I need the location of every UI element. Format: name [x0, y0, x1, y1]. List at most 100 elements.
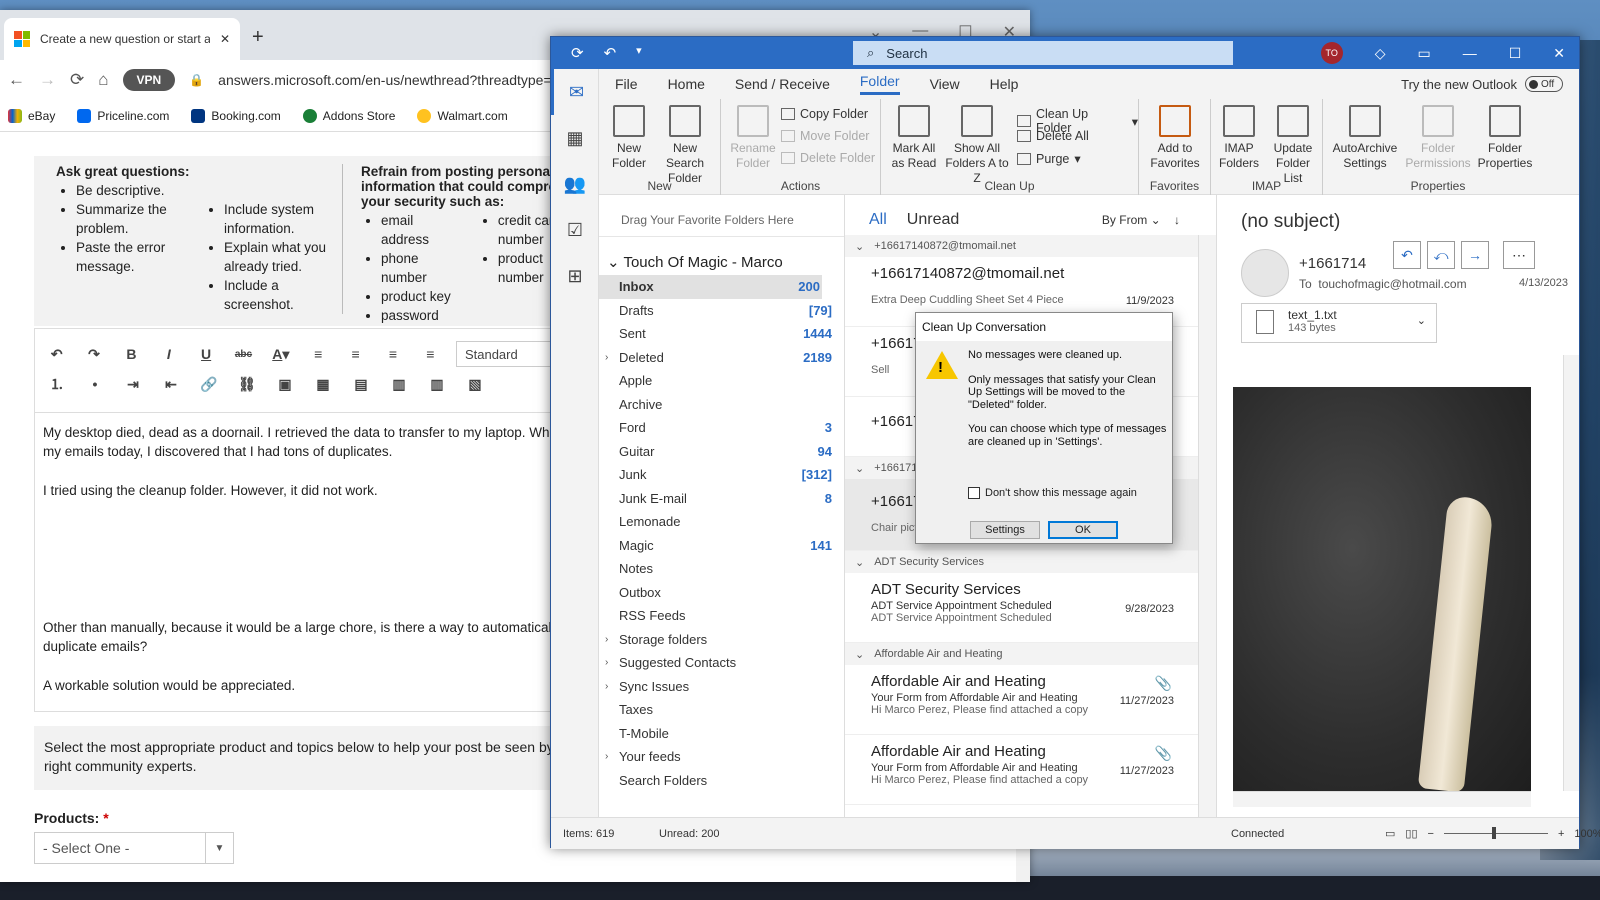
new-outlook-toggle[interactable]: Off [1525, 76, 1563, 92]
tab-unread[interactable]: Unread [907, 211, 959, 229]
folder-item[interactable]: Taxes [599, 698, 844, 722]
sort-by-button[interactable]: By From ⌄ ↓ [1102, 213, 1180, 227]
folder-item[interactable]: Ford 3 [599, 416, 844, 440]
list-item[interactable]: Affordable Air and Heating Your Form from… [845, 665, 1198, 735]
rename-folder-button[interactable]: Rename Folder [727, 105, 779, 171]
new-search-folder-button[interactable]: New Search Folder [653, 105, 717, 186]
align-right-icon[interactable]: ≡ [381, 342, 404, 366]
forward-icon[interactable]: → [1461, 241, 1489, 269]
avatar[interactable]: TO [1320, 42, 1343, 64]
reply-icon[interactable]: ↶ [1393, 241, 1421, 269]
close-icon[interactable]: ✕ [1553, 45, 1565, 62]
people-icon[interactable]: 👥 [551, 161, 599, 207]
numbered-list-icon[interactable]: ⒈ [45, 372, 69, 396]
settings-button[interactable]: Settings [970, 521, 1040, 539]
home-icon[interactable]: ⌂ [98, 70, 108, 90]
font-color-icon[interactable]: A ▾ [269, 342, 292, 366]
folder-item[interactable]: T-Mobile [599, 722, 844, 746]
chevron-right-icon[interactable]: › [605, 634, 608, 645]
chevron-down-icon[interactable]: ⌄ [1417, 314, 1426, 327]
browser-tab[interactable]: Create a new question or start a ✕ [4, 18, 240, 60]
tab-help[interactable]: Help [990, 76, 1019, 92]
conversation-group-header[interactable]: ⌄ ADT Security Services [845, 551, 1198, 573]
folder-properties-button[interactable]: Folder Properties [1475, 105, 1535, 171]
send-receive-icon[interactable]: ⟳ [571, 44, 584, 62]
search-box[interactable]: ⌕ Search [853, 41, 1233, 65]
update-folder-list-button[interactable]: Update Folder List [1265, 105, 1321, 186]
folder-item[interactable]: Magic 141 [599, 534, 844, 558]
folder-item[interactable]: Notes [599, 557, 844, 581]
undo-icon[interactable]: ↶ [45, 342, 68, 366]
justify-icon[interactable]: ≡ [419, 342, 442, 366]
italic-icon[interactable]: I [157, 342, 180, 366]
reply-all-icon[interactable]: ⤺ [1427, 241, 1455, 269]
bookmark-ebay[interactable]: eBay [8, 108, 55, 123]
mail-icon[interactable]: ✉ [551, 69, 599, 115]
tab-file[interactable]: File [615, 76, 638, 92]
list-item[interactable]: ADT Security Services ADT Service Appoint… [845, 573, 1198, 643]
customize-quick-access-icon[interactable]: ▾ [636, 44, 642, 62]
indent-icon[interactable]: ⇥ [121, 372, 145, 396]
forward-icon[interactable]: → [39, 70, 56, 90]
chevron-right-icon[interactable]: › [605, 681, 608, 692]
attachment[interactable]: text_1.txt 143 bytes ⌄ [1241, 303, 1437, 343]
delete-folder-button[interactable]: Delete Folder [781, 151, 875, 165]
normal-view-icon[interactable]: ▭ [1385, 827, 1395, 840]
products-select[interactable]: - Select One - ▼ [34, 832, 234, 864]
bookmark-booking[interactable]: Booking.com [191, 108, 281, 123]
reload-icon[interactable]: ⟳ [70, 70, 84, 90]
tab-all[interactable]: All [869, 211, 887, 229]
zoom-in-icon[interactable]: + [1558, 828, 1564, 840]
add-to-favorites-button[interactable]: Add to Favorites [1145, 105, 1205, 171]
image-icon[interactable]: ▣ [273, 372, 297, 396]
list-item[interactable]: Affordable Air and Heating Your Form from… [845, 735, 1198, 805]
folder-item[interactable]: › Deleted 2189 [599, 346, 844, 370]
minimize-icon[interactable]: — [1463, 45, 1477, 61]
new-tab-icon[interactable]: + [252, 26, 264, 49]
underline-icon[interactable]: U [194, 342, 217, 366]
undo-icon[interactable]: ↶ [604, 44, 617, 62]
calendar-icon[interactable]: ▦ [551, 115, 599, 161]
purge-button[interactable]: Purge ▾ [1017, 151, 1081, 166]
chevron-right-icon[interactable]: › [605, 352, 608, 363]
show-all-folders-az-button[interactable]: Show All Folders A to Z [941, 105, 1013, 186]
link-icon[interactable]: 🔗 [197, 372, 221, 396]
folder-item[interactable]: Drafts [79] [599, 299, 844, 323]
align-left-icon[interactable]: ≡ [307, 342, 330, 366]
outdent-icon[interactable]: ⇤ [159, 372, 183, 396]
mark-all-read-button[interactable]: Mark All as Read [887, 105, 941, 171]
unlink-icon[interactable]: ⛓ [235, 372, 259, 396]
folder-item[interactable]: Sent 1444 [599, 322, 844, 346]
folder-item[interactable]: RSS Feeds [599, 604, 844, 628]
move-folder-button[interactable]: Move Folder [781, 129, 869, 143]
bold-icon[interactable]: B [120, 342, 143, 366]
align-center-icon[interactable]: ≡ [344, 342, 367, 366]
ribbon-display-icon[interactable]: ▭ [1417, 45, 1430, 62]
table-row-icon[interactable]: ▤ [349, 372, 373, 396]
folder-item[interactable]: Inbox 200 [599, 275, 822, 299]
tasks-icon[interactable]: ☑ [551, 207, 599, 253]
bookmark-priceline[interactable]: Priceline.com [77, 108, 169, 123]
zoom-out-icon[interactable]: − [1428, 828, 1434, 840]
apps-icon[interactable]: ⊞ [551, 253, 599, 299]
folder-item[interactable]: › Sync Issues [599, 675, 844, 699]
more-actions-icon[interactable]: ⋯ [1503, 241, 1535, 269]
folder-item[interactable]: › Storage folders [599, 628, 844, 652]
folder-item[interactable]: › Suggested Contacts [599, 651, 844, 675]
folder-item[interactable]: Junk [312] [599, 463, 844, 487]
zoom-slider[interactable] [1443, 827, 1548, 839]
folder-item[interactable]: Outbox [599, 581, 844, 605]
reading-scrollbar-vertical[interactable] [1563, 355, 1579, 791]
vpn-badge[interactable]: VPN [122, 69, 176, 91]
tab-view[interactable]: View [930, 76, 960, 92]
autoarchive-settings-button[interactable]: AutoArchive Settings [1329, 105, 1401, 171]
conversation-group-header[interactable]: ⌄ Affordable Air and Heating [845, 643, 1198, 665]
account-header[interactable]: ⌄ Touch Of Magic - Marco [599, 237, 844, 275]
folder-item[interactable]: › Your feeds [599, 745, 844, 769]
table-merge-icon[interactable]: ▧ [463, 372, 487, 396]
maximize-icon[interactable]: ☐ [1509, 45, 1522, 62]
message-list-scrollbar[interactable] [1198, 235, 1216, 817]
table-icon[interactable]: ▦ [311, 372, 335, 396]
ok-button[interactable]: OK [1048, 521, 1118, 539]
bookmark-addons[interactable]: Addons Store [302, 108, 395, 123]
